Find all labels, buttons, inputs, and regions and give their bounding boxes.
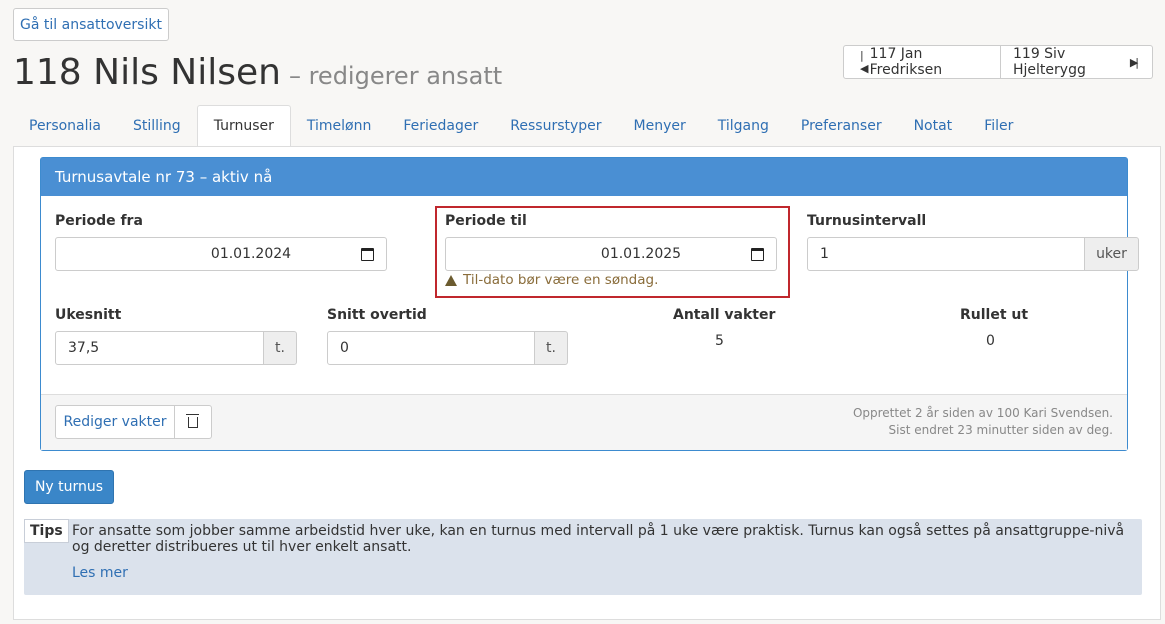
tips-badge: Tips (24, 519, 69, 543)
tab-turnuser[interactable]: Turnuser (196, 105, 291, 147)
weekly-average-input[interactable]: 37,5 (55, 331, 264, 365)
rotation-interval-input[interactable]: 1 (807, 237, 1085, 271)
period-from-label: Periode fra (55, 213, 143, 229)
rotation-agreement-panel: Turnusavtale nr 73 – aktiv nå Periode fr… (40, 157, 1139, 451)
skip-previous-icon: |◀ (860, 49, 868, 75)
shift-count-value: 5 (715, 333, 724, 349)
average-overtime-input[interactable]: 0 (327, 331, 535, 365)
tab-ressurstyper[interactable]: Ressurstyper (494, 105, 617, 147)
period-to-label: Periode til (445, 213, 527, 229)
period-to-warning: Til-dato bør være en søndag. (445, 272, 658, 288)
weekly-average-label: Ukesnitt (55, 307, 122, 323)
rotation-interval-label: Turnusintervall (807, 213, 927, 229)
tab-stilling[interactable]: Stilling (117, 105, 197, 147)
read-more-link[interactable]: Les mer (72, 565, 128, 581)
tips-text: For ansatte som jobber samme arbeidstid … (72, 523, 1125, 555)
tab-feriedager[interactable]: Feriedager (387, 105, 494, 147)
previous-employee-button[interactable]: |◀ 117 Jan Fredriksen (843, 45, 1001, 79)
average-overtime-unit: t. (534, 331, 568, 365)
audit-meta: Opprettet 2 år siden av 100 Kari Svendse… (853, 405, 1113, 439)
rolled-out-label: Rullet ut (960, 307, 1029, 323)
trash-icon (186, 413, 199, 428)
tab-preferanser[interactable]: Preferanser (785, 105, 898, 147)
tab-menyer[interactable]: Menyer (618, 105, 702, 147)
previous-employee-label: 117 Jan Fredriksen (869, 46, 943, 78)
tab-timelonn[interactable]: Timelønn (291, 105, 387, 147)
tab-bar: Personalia Stilling Turnuser Timelønn Fe… (13, 105, 1029, 147)
skip-next-icon: ▶| (1129, 55, 1139, 69)
tab-personalia[interactable]: Personalia (13, 105, 117, 147)
period-from-input[interactable]: 01.01.2024 (55, 237, 387, 271)
period-from-value: 01.01.2024 (210, 246, 292, 262)
rotation-interval-unit: uker (1084, 237, 1139, 271)
calendar-icon[interactable] (361, 248, 374, 261)
edit-shifts-button[interactable]: Rediger vakter (55, 405, 175, 439)
warning-icon (445, 274, 457, 286)
tips-box: Tips For ansatte som jobber samme arbeid… (24, 519, 1142, 595)
page-subtitle: – redigerer ansatt (288, 62, 503, 90)
delete-button[interactable] (175, 405, 212, 439)
panel-heading: Turnusavtale nr 73 – aktiv nå (41, 158, 1127, 196)
period-to-input[interactable]: 01.01.2025 (445, 237, 777, 271)
period-to-value: 01.01.2025 (600, 246, 682, 262)
tab-notat[interactable]: Notat (898, 105, 969, 147)
page-title: 118 Nils Nilsen – redigerer ansatt (13, 52, 502, 93)
employee-name: 118 Nils Nilsen (13, 52, 281, 93)
weekly-average-unit: t. (263, 331, 297, 365)
created-info: Opprettet 2 år siden av 100 Kari Svendse… (852, 406, 1113, 420)
edit-button-group: Rediger vakter (55, 405, 212, 439)
new-rotation-button[interactable]: Ny turnus (24, 470, 114, 504)
tab-filer[interactable]: Filer (968, 105, 1029, 147)
tab-tilgang[interactable]: Tilgang (702, 105, 785, 147)
panel-footer: Rediger vakter Opprettet 2 år siden av 1… (41, 394, 1127, 450)
employee-navigation: |◀ 117 Jan Fredriksen 119 Siv Hjelterygg… (843, 45, 1153, 79)
shift-count-label: Antall vakter (673, 307, 776, 323)
average-overtime-label: Snitt overtid (327, 307, 427, 323)
next-employee-label: 119 Siv Hjelterygg (1013, 46, 1086, 78)
warning-text: Til-dato bør være en søndag. (463, 272, 659, 288)
next-employee-button[interactable]: 119 Siv Hjelterygg ▶| (1001, 45, 1153, 79)
calendar-icon[interactable] (751, 248, 764, 261)
go-to-employee-overview-button[interactable]: Gå til ansattoversikt (13, 8, 169, 41)
updated-info: Sist endret 23 minutter siden av deg. (888, 423, 1113, 437)
rolled-out-value: 0 (986, 333, 995, 349)
